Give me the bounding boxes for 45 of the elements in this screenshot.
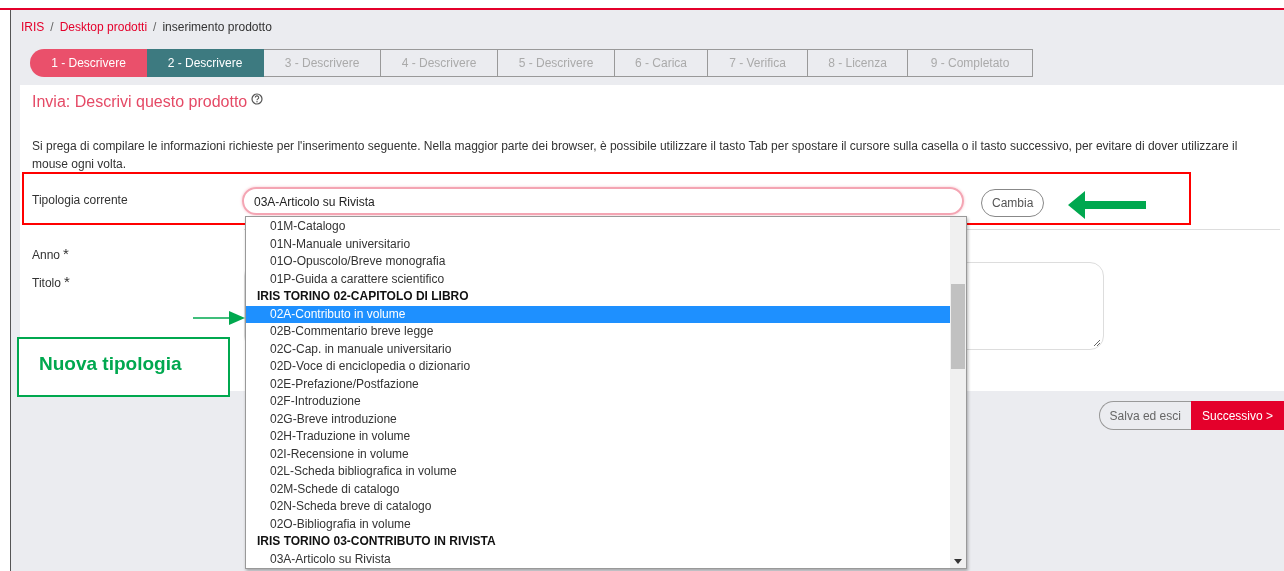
dropdown-option: IRIS TORINO 02-CAPITOLO DI LIBRO xyxy=(246,288,950,306)
dropdown-option[interactable]: 03A-Articolo su Rivista xyxy=(246,550,950,568)
step-tab[interactable]: 2 - Descrivere xyxy=(147,49,264,77)
change-button[interactable]: Cambia xyxy=(981,189,1045,217)
type-select[interactable]: 03A-Articolo su Rivista xyxy=(242,187,964,215)
scroll-down-icon[interactable] xyxy=(954,559,962,564)
dropdown-option[interactable]: 02M-Schede di catalogo xyxy=(246,480,950,498)
help-icon[interactable] xyxy=(251,93,264,105)
field-label: Titolo xyxy=(32,276,61,290)
annotation-callout: Nuova tipologia xyxy=(17,337,230,397)
dropdown-option[interactable]: 01O-Opuscolo/Breve monografia xyxy=(246,253,950,271)
scrollbar[interactable] xyxy=(950,217,966,568)
dropdown-option: IRIS TORINO 03-CONTRIBUTO IN RIVISTA xyxy=(246,533,950,551)
resize-grip-icon xyxy=(1093,339,1101,347)
field-label: Anno xyxy=(32,248,61,262)
dropdown-option[interactable]: 01P-Guida a carattere scientifico xyxy=(246,270,950,288)
step-tab[interactable]: 1 - Descrivere xyxy=(30,49,147,77)
breadcrumb-separator: / xyxy=(153,20,157,34)
dropdown-option[interactable]: 01M-Catalogo xyxy=(246,218,950,236)
arrow-icon xyxy=(193,310,245,326)
required-mark: * xyxy=(63,248,69,262)
dropdown-option[interactable]: 02B-Commentario breve legge xyxy=(246,323,950,341)
arrow-icon xyxy=(1068,191,1146,219)
breadcrumb-link[interactable]: IRIS xyxy=(21,20,45,34)
dropdown-option[interactable]: 02L-Scheda bibliografica in volume xyxy=(246,463,950,481)
action-button[interactable]: Successivo > xyxy=(1190,401,1284,430)
action-button[interactable]: Salva ed esci xyxy=(1098,401,1191,430)
dropdown-option[interactable]: 02G-Breve introduzione xyxy=(246,410,950,428)
breadcrumb-current: inserimento prodotto xyxy=(162,20,272,34)
form-title: Invia: Descrivi questo prodotto xyxy=(32,93,248,111)
required-mark: * xyxy=(63,276,70,290)
dropdown-option[interactable]: 02D-Voce di enciclopedia o dizionario xyxy=(246,358,950,376)
dropdown-option[interactable]: 01N-Manuale universitario xyxy=(246,235,950,253)
dropdown-option[interactable]: 02N-Scheda breve di catalogo xyxy=(246,498,950,516)
breadcrumb-link[interactable]: Desktop prodotti xyxy=(59,20,148,34)
breadcrumb-separator: / xyxy=(50,20,54,34)
dropdown-option[interactable]: 02C-Cap. in manuale universitario xyxy=(246,340,950,358)
intro-text: Si prega di compilare le informazioni richieste per l'inserimento seguente. Nella maggior parte dei browser, è possibile utilizzare il tasto Tab per spostare il cursore sulla casella o il tasto successivo, per evitare di dover utilizzare il mouse ogni volta. xyxy=(32,138,1239,173)
field-label: Tipologia corrente xyxy=(32,193,129,207)
dropdown-option[interactable]: 02O-Bibliografia in volume xyxy=(246,515,950,533)
scrollbar-thumb[interactable] xyxy=(951,284,965,369)
dropdown-option[interactable]: 02I-Recensione in volume xyxy=(246,445,950,463)
dropdown-option[interactable]: 02H-Traduzione in volume xyxy=(246,428,950,446)
dropdown-option[interactable]: 02F-Introduzione xyxy=(246,393,950,411)
dropdown-option[interactable]: 02E-Prefazione/Postfazione xyxy=(246,375,950,393)
